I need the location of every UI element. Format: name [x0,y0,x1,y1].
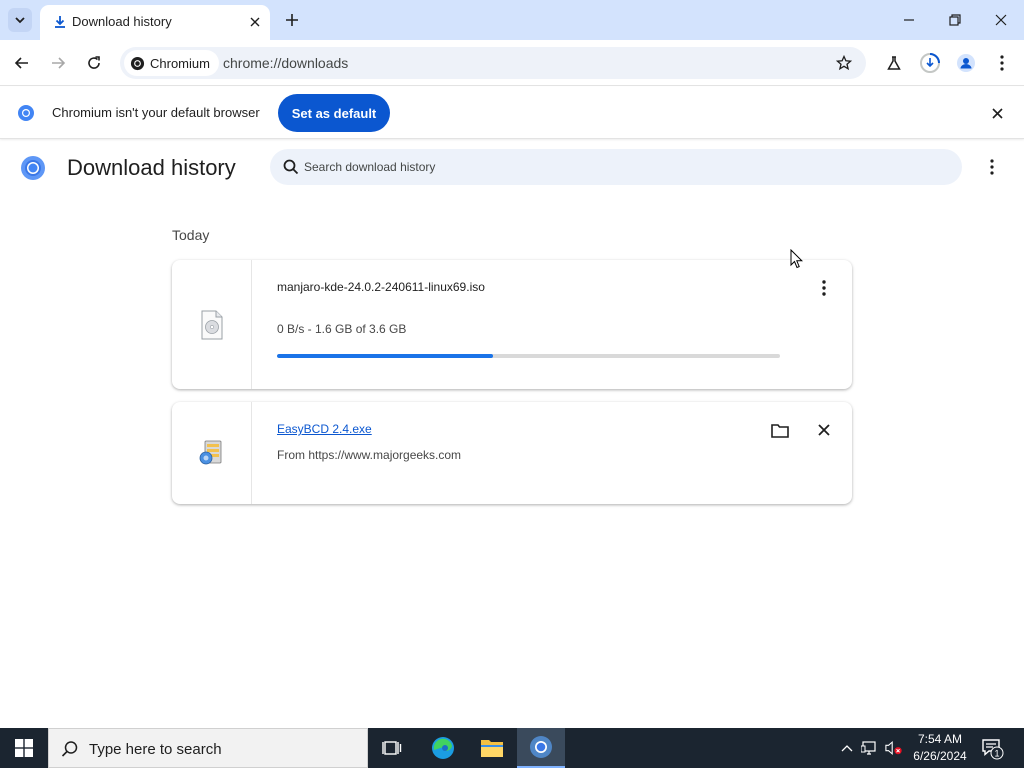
download-progress-bar [277,354,780,358]
downloads-logo-icon [21,156,45,180]
restore-icon [949,14,961,26]
star-icon [836,55,852,71]
flask-icon [887,56,901,70]
download-source: From https://www.majorgeeks.com [277,448,462,462]
download-status: 0 B/s - 1.6 GB of 3.6 GB [277,322,407,336]
chevron-down-icon [15,17,25,24]
infobar-close-button[interactable] [988,104,1006,122]
tab-strip: Download history [0,0,1024,40]
forward-button[interactable] [47,52,69,74]
minimize-button[interactable] [897,8,921,32]
labs-button[interactable] [883,52,905,74]
download-item: manjaro-kde-24.0.2-240611-linux69.iso 0 … [172,260,852,389]
more-vert-icon [1000,55,1004,71]
download-more-actions-button[interactable] [813,277,835,299]
chromium-icon [530,736,552,758]
new-tab-button[interactable] [282,10,302,30]
reload-icon [88,56,100,69]
mouse-cursor-icon [790,249,804,269]
minimize-icon [904,19,914,21]
folder-icon [771,423,789,438]
profile-button[interactable] [955,52,977,74]
close-icon [818,424,830,436]
download-icon [55,16,65,28]
plus-icon [286,14,298,26]
disc-file-icon [201,310,222,339]
start-button[interactable] [0,728,48,768]
taskbar-clock[interactable]: 7:54 AM 6/26/2024 [905,731,975,765]
clock-date: 6/26/2024 [913,749,967,763]
action-center-button[interactable]: 1 [980,736,1004,760]
chromium-logo-icon [18,105,34,121]
chromium-icon [130,56,145,70]
reload-button[interactable] [83,52,105,74]
taskbar-search-box[interactable]: Type here to search [48,728,368,768]
remove-download-button[interactable] [813,419,835,441]
tray-volume-button[interactable] [885,739,903,757]
arrow-right-icon [52,57,66,69]
tab-download-history[interactable]: Download history [40,5,270,40]
set-as-default-button[interactable]: Set as default [278,94,390,132]
search-input[interactable] [304,157,944,177]
browser-menu-button[interactable] [991,52,1013,74]
file-name: manjaro-kde-24.0.2-240611-linux69.iso [277,280,485,294]
tray-overflow-button[interactable] [838,739,856,757]
site-info-chip[interactable]: Chromium [124,50,219,76]
close-icon [250,17,260,27]
more-vert-icon [822,280,826,296]
taskbar-search-placeholder: Type here to search [89,741,222,758]
url-text[interactable]: chrome://downloads [223,55,348,71]
download-progress-fill [277,354,494,358]
tray-network-button[interactable] [861,739,879,757]
chevron-up-icon [841,745,853,752]
address-bar[interactable]: Chromium chrome://downloads [120,47,866,79]
show-in-folder-button[interactable] [769,419,791,441]
file-icon-column [172,260,252,389]
restore-button[interactable] [943,8,967,32]
download-item: EasyBCD 2.4.exe From https://www.majorge… [172,402,852,504]
page-menu-button[interactable] [982,157,1002,177]
installer-file-icon [199,440,221,465]
task-view-icon [382,741,402,755]
downloads-button[interactable] [919,52,941,74]
file-name-link[interactable]: EasyBCD 2.4.exe [277,422,372,436]
task-view-button[interactable] [368,728,416,768]
search-icon [283,159,299,175]
notification-icon: 1 [982,739,1004,760]
windows-logo-icon [15,739,33,757]
close-icon [991,107,1003,119]
tab-title: Download history [72,14,172,29]
close-icon [995,14,1007,26]
arrow-left-icon [14,57,28,69]
volume-muted-icon [885,740,902,756]
taskbar-file-explorer[interactable] [468,728,516,768]
browser-toolbar: Chromium chrome://downloads [0,40,1024,86]
taskbar-edge[interactable] [419,728,467,768]
file-icon-column [172,402,252,504]
clock-time: 7:54 AM [917,732,963,746]
close-window-button[interactable] [989,8,1013,32]
notification-count: 1 [994,749,999,759]
download-progress-icon [920,53,940,73]
search-icon [61,741,78,757]
search-downloads[interactable] [270,149,962,185]
windows-taskbar: Type here to search 7:54 AM 6/26/2024 1 [0,728,1024,768]
bookmark-button[interactable] [834,53,854,73]
section-date-header: Today [172,227,210,243]
page-title: Download history [67,155,236,180]
taskbar-chromium[interactable] [517,728,565,768]
edge-icon [432,737,454,759]
folder-icon [481,740,503,757]
tab-close-button[interactable] [246,13,264,31]
back-button[interactable] [11,52,33,74]
avatar-icon [957,54,975,72]
more-vert-icon [990,159,994,175]
default-browser-infobar: Chromium isn't your default browser Set … [0,87,1024,139]
site-chip-label: Chromium [150,55,210,71]
tab-search-button[interactable] [8,8,32,32]
infobar-message: Chromium isn't your default browser [52,105,260,120]
network-icon [861,741,876,755]
